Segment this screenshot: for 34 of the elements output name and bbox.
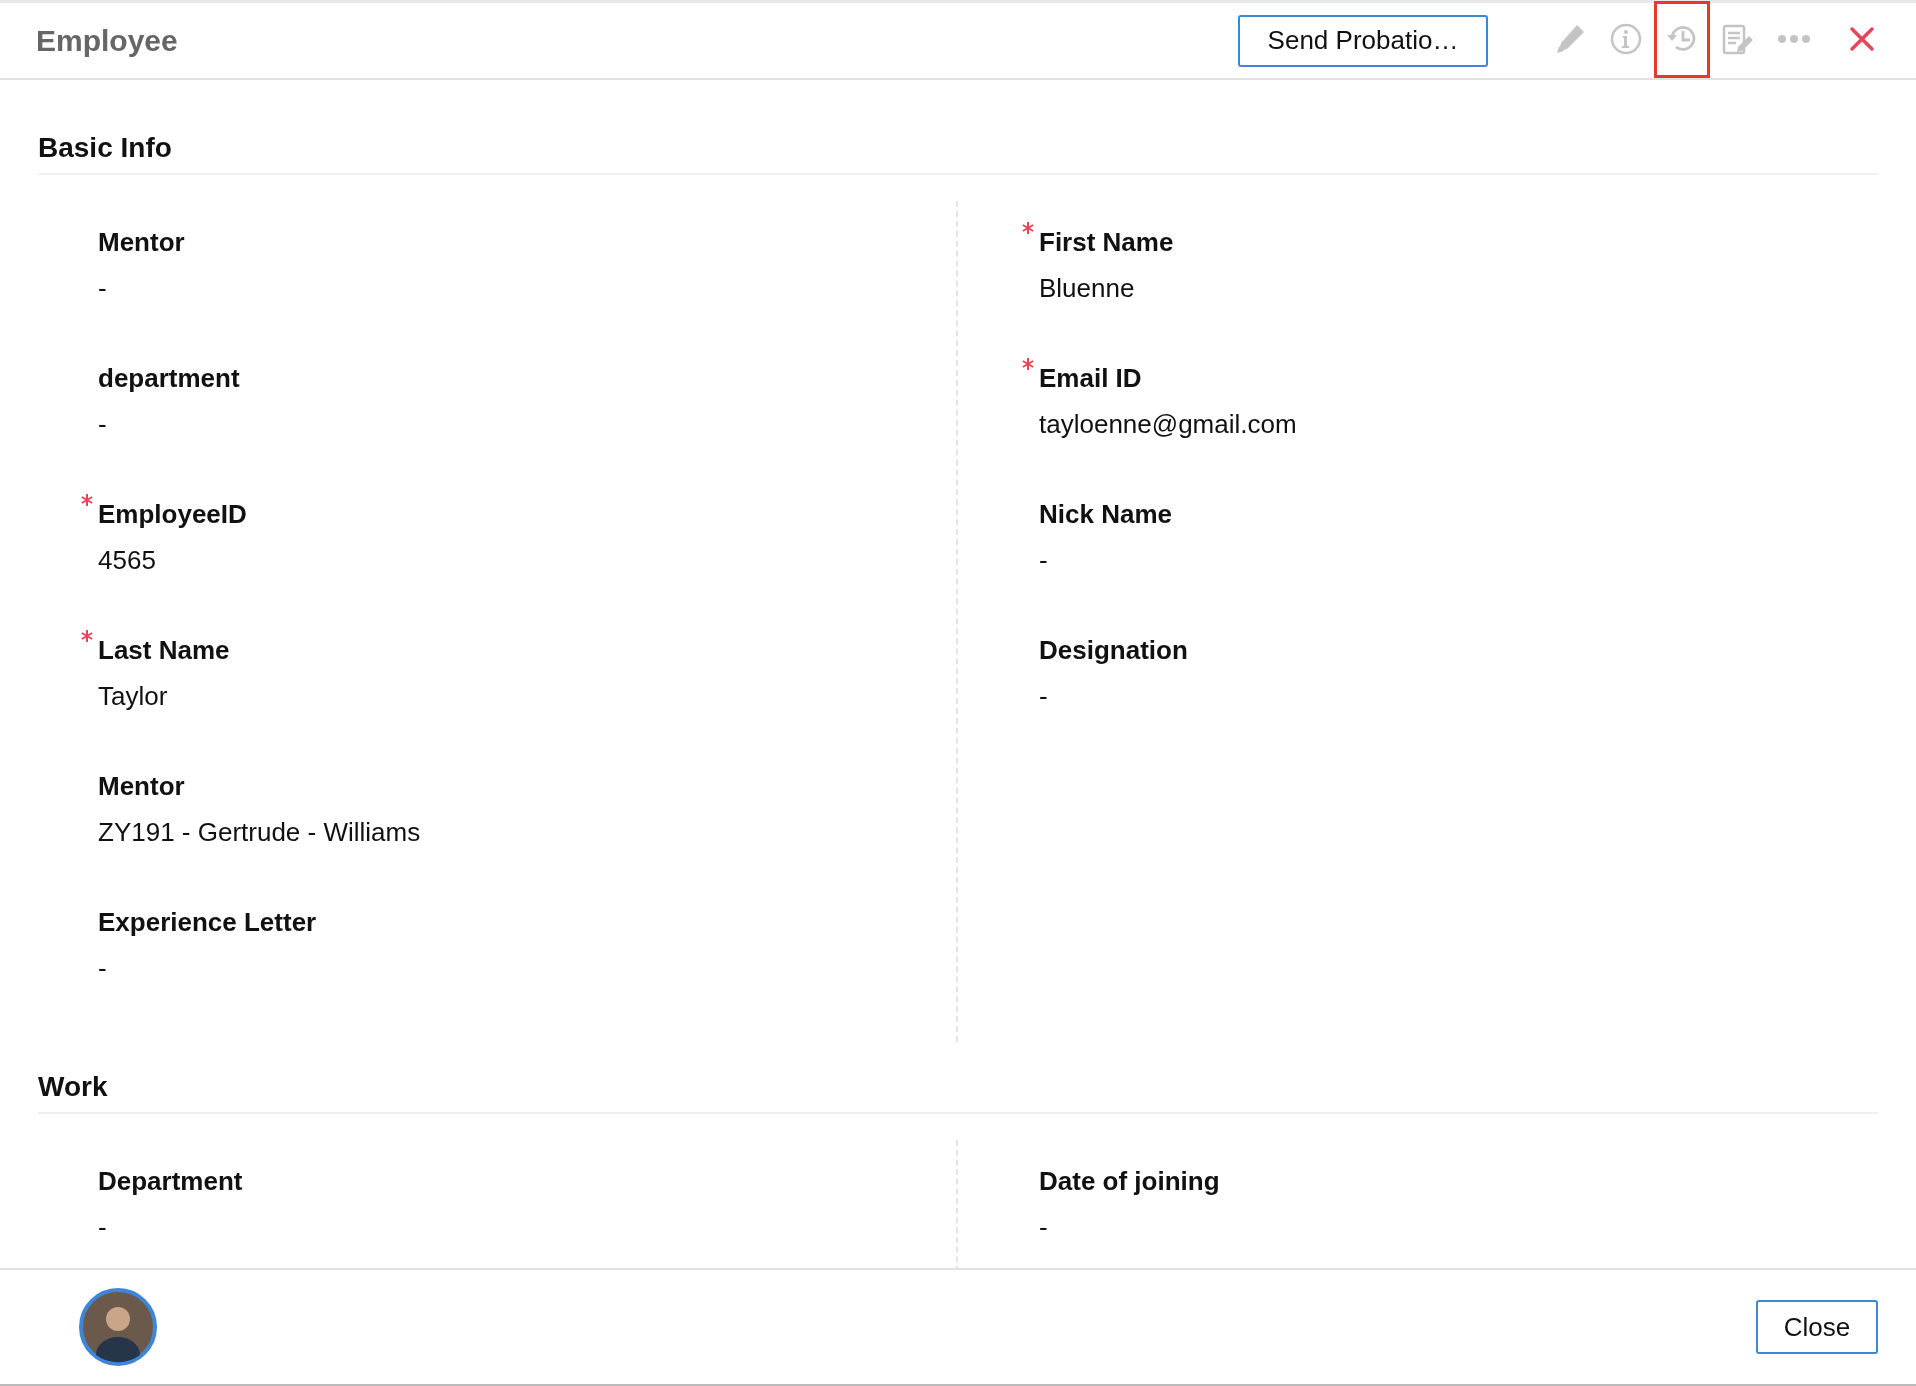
field-value: -	[98, 952, 108, 984]
close-button[interactable]: Close	[1756, 1300, 1878, 1354]
send-probation-button[interactable]: Send Probatio…	[1238, 14, 1488, 67]
field-value: 4565	[98, 544, 157, 576]
more-icon	[1777, 34, 1811, 44]
field-value: -	[98, 1211, 108, 1243]
close-icon	[1849, 26, 1875, 52]
field-value: -	[1039, 1211, 1049, 1243]
field-label: First Name	[1039, 226, 1174, 258]
field-value: Bluenne	[1039, 272, 1136, 304]
field-label: Nick Name	[1039, 498, 1172, 530]
field-value: -	[1039, 544, 1049, 576]
window-title: Employee	[36, 23, 179, 58]
field-label: Experience Letter	[98, 906, 317, 938]
field-value: -	[98, 408, 108, 440]
field-label: department	[98, 362, 240, 394]
field-value: Taylor	[98, 680, 169, 712]
field-label: Designation	[1039, 634, 1188, 666]
field-label: Email ID	[1039, 362, 1142, 394]
field-label: Last Name	[98, 634, 230, 666]
section-heading: Basic Info	[38, 80, 1878, 175]
field-label: EmployeeID	[98, 498, 247, 530]
field-label: Mentor	[98, 770, 185, 802]
info-icon	[1609, 22, 1643, 56]
section-heading: Work	[38, 1019, 1878, 1114]
field-label: Mentor	[98, 226, 185, 258]
history-button[interactable]	[1654, 0, 1710, 78]
field-value: tayloenne@gmail.com	[1039, 408, 1298, 440]
notepad-pencil-icon	[1721, 22, 1755, 56]
field-value: -	[1039, 680, 1049, 712]
field-label: Date of joining	[1039, 1165, 1220, 1197]
field-value: -	[98, 272, 108, 304]
field-label: Department	[98, 1165, 243, 1197]
field-value: ZY191 - Gertrude - Williams	[98, 816, 422, 848]
